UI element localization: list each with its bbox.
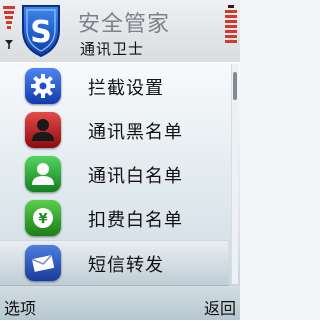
envelope-icon [25, 245, 61, 281]
menu-list: 拦截设置 通讯黑名单 通讯白名单 ¥ 扣费白名单 短信转发 [0, 62, 240, 286]
person-icon [25, 112, 61, 148]
signal-strength-icon [3, 6, 15, 49]
menu-item-label: 拦截设置 [88, 78, 164, 99]
scroll-thumb[interactable] [233, 72, 237, 100]
battery-level-icon [225, 5, 237, 43]
menu-item-label: 短信转发 [88, 255, 164, 276]
options-softkey[interactable]: 选项 [4, 295, 36, 319]
menu-item-label: 通讯黑名单 [88, 122, 183, 143]
menu-item-sms-forward[interactable]: 短信转发 [0, 240, 228, 286]
menu-item-whitelist[interactable]: 通讯白名单 [0, 152, 228, 196]
menu-item-charge-whitelist[interactable]: ¥ 扣费白名单 [0, 196, 228, 240]
menu-item-blacklist[interactable]: 通讯黑名单 [0, 108, 228, 152]
svg-text:S: S [30, 15, 52, 50]
menu-item-label: 扣费白名单 [88, 210, 183, 231]
softkey-bar: 选项 返回 [0, 286, 240, 320]
header: S 安全管家 通讯卫士 [0, 0, 240, 62]
scrollbar[interactable] [231, 64, 238, 284]
gear-icon [25, 68, 61, 104]
menu-item-intercept-settings[interactable]: 拦截设置 [0, 64, 228, 108]
yen-coin-icon: ¥ [25, 200, 61, 236]
back-softkey[interactable]: 返回 [204, 295, 236, 319]
app-subtitle: 通讯卫士 [80, 40, 145, 58]
svg-text:¥: ¥ [38, 212, 47, 227]
menu-item-label: 通讯白名单 [88, 166, 183, 187]
shield-s-logo: S [22, 5, 60, 58]
person-icon [25, 156, 61, 192]
app-title: 安全管家 [78, 12, 171, 37]
